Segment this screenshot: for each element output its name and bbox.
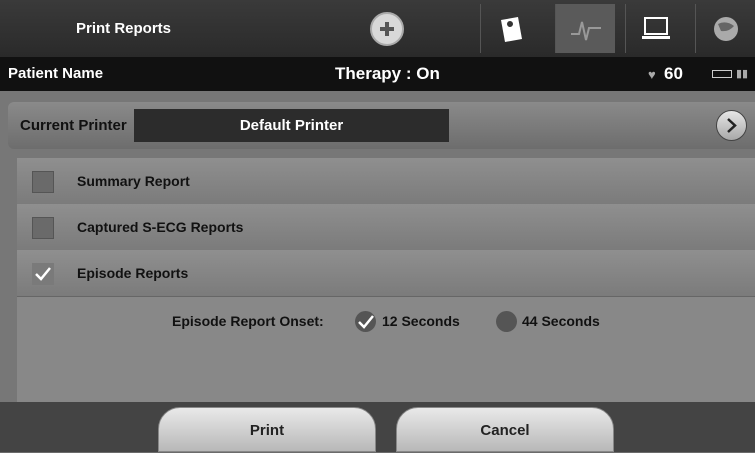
report-label: Captured S-ECG Reports <box>77 219 244 235</box>
battery-icon <box>712 70 732 78</box>
patient-name: Patient Name <box>8 65 104 82</box>
report-list: Summary Report Captured S-ECG Reports Ep… <box>17 158 755 402</box>
print-button[interactable]: Print <box>158 407 376 452</box>
top-toolbar: Print Reports <box>0 0 755 57</box>
status-bar: Patient Name Therapy : On ♥ 60 ▮▮ <box>0 57 755 91</box>
captured-secg-checkbox[interactable] <box>32 217 54 239</box>
onset-12-seconds-label: 12 Seconds <box>382 313 460 329</box>
report-label: Episode Reports <box>77 265 189 281</box>
checkmark-icon <box>35 267 51 281</box>
add-icon[interactable] <box>370 12 404 46</box>
globe-icon[interactable] <box>695 4 755 53</box>
heart-rate: 60 <box>664 64 683 83</box>
computer-monitor-icon[interactable] <box>625 4 685 53</box>
current-printer-label: Current Printer <box>20 117 127 134</box>
screen-title: Print Reports <box>76 20 172 37</box>
current-printer-value: Default Printer <box>134 109 449 142</box>
program-card-icon[interactable] <box>480 4 540 53</box>
chevron-right-icon[interactable] <box>716 110 747 141</box>
report-item-summary[interactable]: Summary Report <box>17 158 755 205</box>
onset-44-seconds-radio[interactable] <box>496 311 517 332</box>
heart-icon: ♥ <box>648 67 656 82</box>
onset-44-seconds-label: 44 Seconds <box>522 313 600 329</box>
report-item-captured-secg[interactable]: Captured S-ECG Reports <box>17 204 755 251</box>
onset-12-seconds-radio[interactable] <box>355 311 376 332</box>
report-item-episode[interactable]: Episode Reports <box>17 250 755 297</box>
episode-onset-label: Episode Report Onset: <box>172 313 324 329</box>
therapy-status: Therapy : On <box>335 64 440 83</box>
print-reports-panel: Current Printer Default Printer Summary … <box>0 91 755 402</box>
episode-report-checkbox[interactable] <box>32 263 54 285</box>
checkmark-icon <box>358 315 374 329</box>
signal-icon: ▮▮ <box>736 68 749 80</box>
current-printer-row[interactable]: Current Printer Default Printer <box>8 102 755 149</box>
cancel-button[interactable]: Cancel <box>396 407 614 452</box>
report-label: Summary Report <box>77 173 190 189</box>
waveform-icon[interactable] <box>555 4 615 53</box>
summary-report-checkbox[interactable] <box>32 171 54 193</box>
footer-bar <box>0 402 755 452</box>
